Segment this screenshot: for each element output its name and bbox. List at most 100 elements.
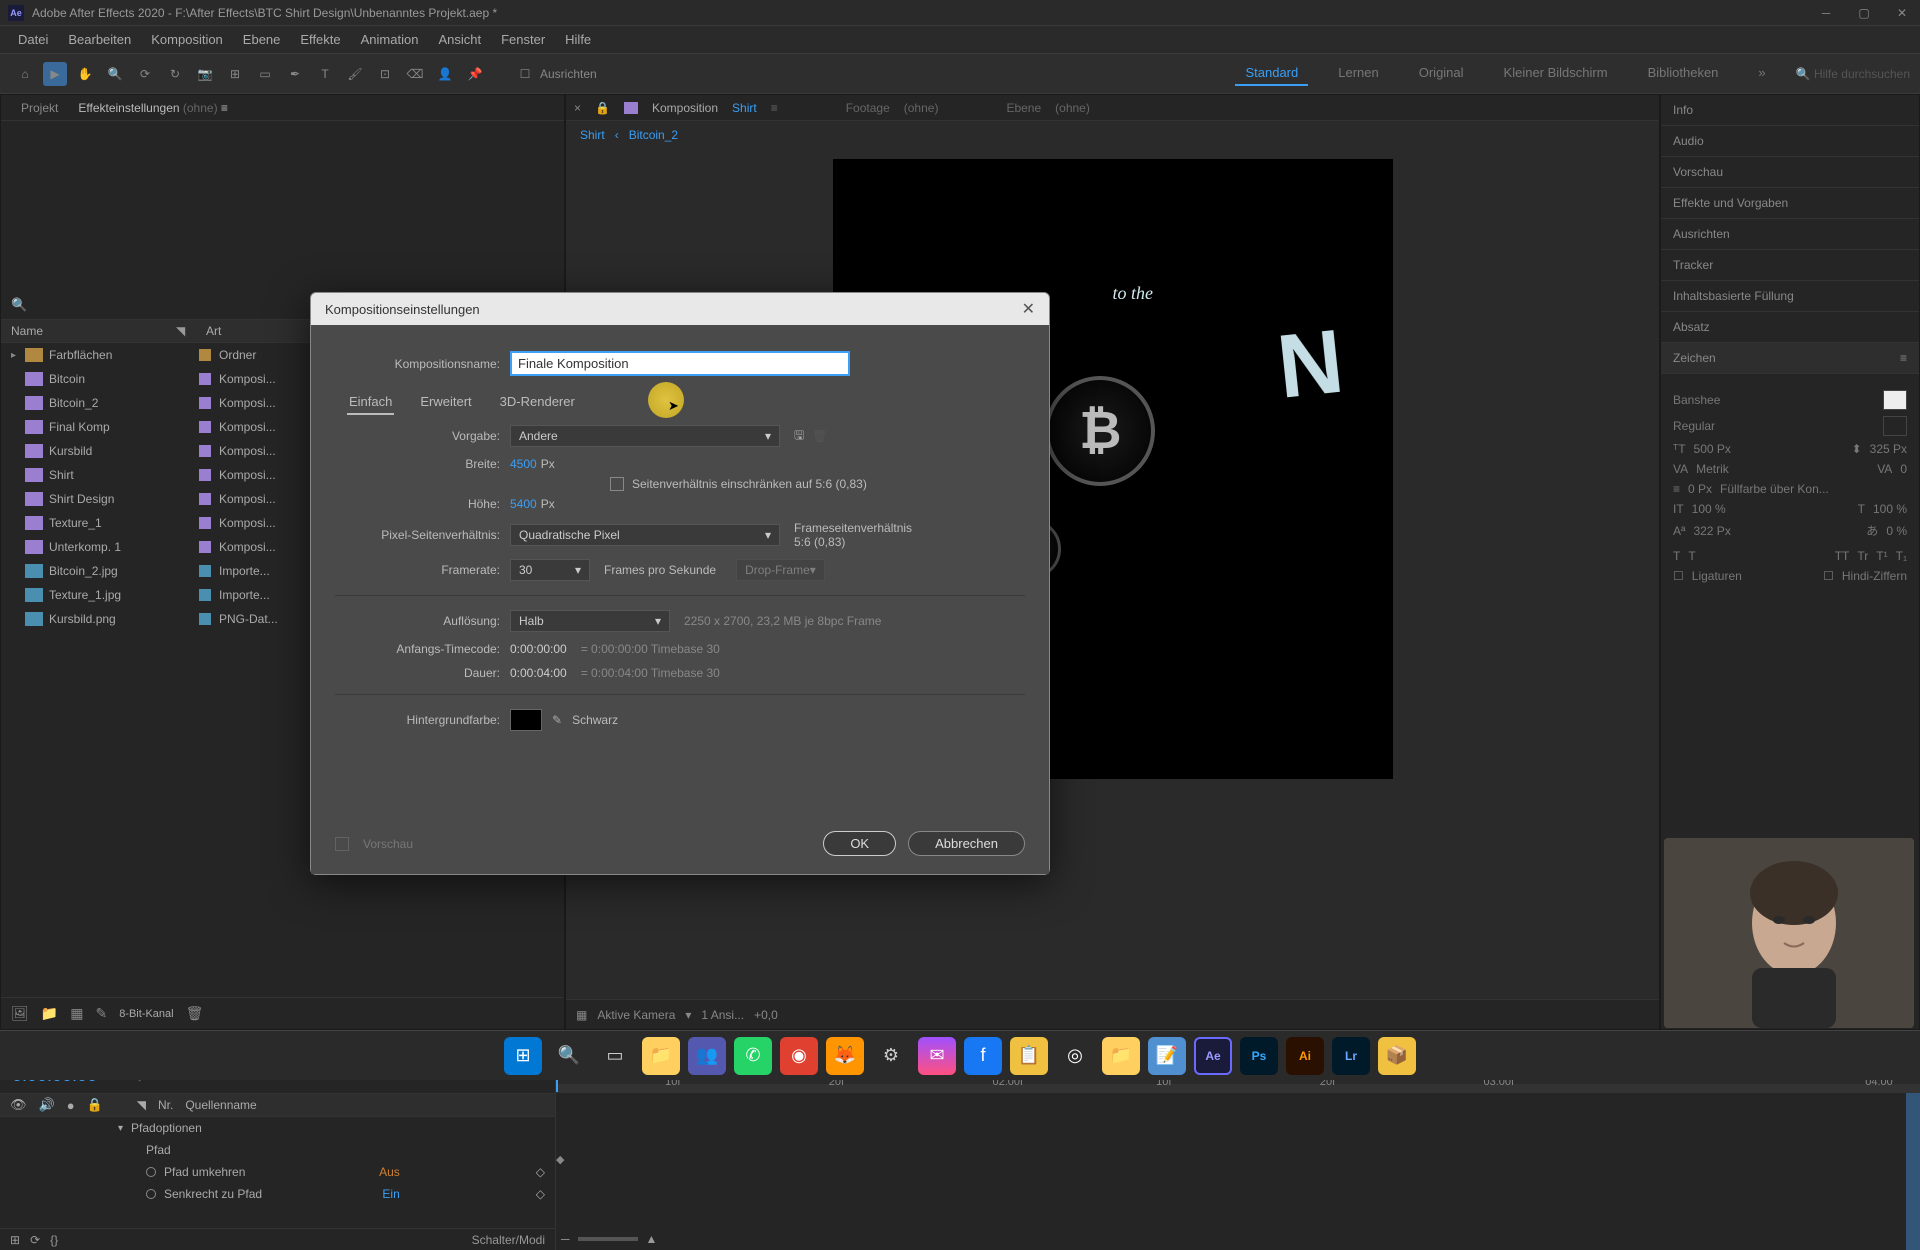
label-col-icon[interactable]: ◥ [137,1098,146,1112]
taskbar-search-icon[interactable]: 🔍 [550,1037,588,1075]
selection-tool[interactable]: ▶ [43,62,67,86]
explorer-icon[interactable]: 📁 [642,1037,680,1075]
bg-color-swatch[interactable] [510,709,542,731]
notepad-icon[interactable]: 📝 [1148,1037,1186,1075]
menu-komposition[interactable]: Komposition [141,28,233,51]
folder-icon[interactable]: 📁 [1102,1037,1140,1075]
layer-row[interactable]: Senkrecht zu PfadEin◇ [0,1183,555,1205]
maximize-button[interactable]: ▢ [1854,3,1874,23]
height-field[interactable]: 5400 [510,497,537,511]
tab-einfach[interactable]: Einfach [347,390,394,415]
vscale-field[interactable]: 100 % [1692,502,1726,516]
vorgabe-select[interactable]: Andere▾ [510,425,780,447]
toggle-icon[interactable]: {} [50,1233,58,1247]
menu-animation[interactable]: Animation [351,28,429,51]
menu-ebene[interactable]: Ebene [233,28,291,51]
tab-shirt[interactable]: Shirt [732,101,757,115]
whatsapp-icon[interactable]: ✆ [734,1037,772,1075]
font-select[interactable]: Banshee [1673,393,1875,407]
app-icon[interactable]: ⚙ [872,1037,910,1075]
orbit-tool[interactable]: ⟳ [133,62,157,86]
bit-depth[interactable]: 8-Bit-Kanal [119,1008,173,1020]
snap-checkbox[interactable]: ☐ [513,62,537,86]
hand-tool[interactable]: ✋ [73,62,97,86]
minimize-button[interactable]: ─ [1816,3,1836,23]
new-comp-icon[interactable]: ▦ [70,1005,83,1022]
trash-icon[interactable]: 🗑 [186,1005,204,1022]
brush-tool[interactable]: 🖌 [343,62,367,86]
workspace-more[interactable]: » [1748,61,1775,86]
panel-zeichen[interactable]: Zeichen≡ [1661,343,1919,374]
tab-komposition[interactable]: Komposition [652,101,718,115]
panel-tracker[interactable]: Tracker [1661,250,1919,281]
new-folder-icon[interactable]: 📁 [41,1005,58,1022]
width-field[interactable]: 4500 [510,457,537,471]
workspace-bibliotheken[interactable]: Bibliotheken [1638,61,1729,86]
tracking-field[interactable]: 0 [1900,462,1907,476]
panel-vorschau[interactable]: Vorschau [1661,157,1919,188]
settings-icon[interactable]: ✎ [95,1005,107,1022]
dialog-close-button[interactable]: ✕ [1022,299,1035,319]
home-icon[interactable]: ⌂ [13,62,37,86]
firefox-icon[interactable]: 🦊 [826,1037,864,1075]
search-placeholder[interactable]: Hilfe durchsuchen [1814,67,1910,81]
workspace-original[interactable]: Original [1409,61,1474,86]
rotate-tool[interactable]: ↻ [163,62,187,86]
delete-preset-icon[interactable]: 🗑 [812,429,827,443]
framerate-select[interactable]: 30▾ [510,559,590,581]
app-icon[interactable]: 📋 [1010,1037,1048,1075]
cancel-button[interactable]: Abbrechen [908,831,1025,856]
eyedropper-icon[interactable]: ✎ [552,713,562,727]
layer-row[interactable]: ▾Pfadoptionen [0,1117,555,1139]
close-tab-icon[interactable]: × [574,101,581,115]
save-preset-icon[interactable]: 🖫 [794,426,804,447]
panel-ausrichten[interactable]: Ausrichten [1661,219,1919,250]
lock-icon[interactable]: 🔒 [595,101,610,115]
messenger-icon[interactable]: ✉ [918,1037,956,1075]
menu-effekte[interactable]: Effekte [290,28,350,51]
panel-audio[interactable]: Audio [1661,126,1919,157]
app-icon[interactable]: ◉ [780,1037,818,1075]
tab-projekt[interactable]: Projekt [11,97,68,119]
photoshop-icon[interactable]: Ps [1240,1037,1278,1075]
start-button[interactable]: ⊞ [504,1037,542,1075]
workspace-standard[interactable]: Standard [1235,61,1308,86]
kerning-select[interactable]: Metrik [1696,462,1729,476]
duration-field[interactable]: 0:00:04:00 [510,666,567,680]
composition-name-input[interactable] [510,351,850,376]
obs-icon[interactable]: ◎ [1056,1037,1094,1075]
project-search-icon[interactable]: 🔍 [11,297,27,313]
tab-3d-renderer[interactable]: 3D-Renderer [498,390,577,415]
stroke-color-swatch[interactable] [1883,416,1907,436]
menu-datei[interactable]: Datei [8,28,58,51]
schalter-label[interactable]: Schalter/Modi [472,1233,545,1247]
keyframe-nav[interactable]: ◇ [536,1187,545,1201]
eraser-tool[interactable]: ⌫ [403,62,427,86]
stroke-field[interactable]: 0 Px [1688,482,1712,496]
col-label-header[interactable]: ◥ [176,324,206,338]
par-select[interactable]: Quadratische Pixel▾ [510,524,780,546]
close-window-button[interactable]: ✕ [1892,3,1912,23]
camera-tool[interactable]: 📷 [193,62,217,86]
ligaturen-checkbox[interactable]: ☐ [1673,569,1684,583]
timeline-tracks[interactable]: ◆ ─ ▲ [556,1093,1920,1250]
facebook-icon[interactable]: f [964,1037,1002,1075]
col-type-header[interactable]: Art [206,324,221,338]
zoom-tool[interactable]: 🔍 [103,62,127,86]
anchor-tool[interactable]: ⊞ [223,62,247,86]
work-area-end[interactable] [1906,1093,1920,1250]
interpret-icon[interactable]: 🖼 [11,1005,29,1022]
shape-tool[interactable]: ▭ [253,62,277,86]
camera-dropdown[interactable]: Aktive Kamera [597,1008,675,1022]
pen-tool[interactable]: ✒ [283,62,307,86]
puppet-tool[interactable]: 📌 [463,62,487,86]
resolution-select[interactable]: Halb▾ [510,610,670,632]
panel-absatz[interactable]: Absatz [1661,312,1919,343]
ok-button[interactable]: OK [823,831,896,856]
solo-icon[interactable]: ● [67,1098,75,1113]
leading-field[interactable]: 325 Px [1870,442,1907,456]
search-icon[interactable]: 🔍 [1796,67,1811,81]
panel-fuellung[interactable]: Inhaltsbasierte Füllung [1661,281,1919,312]
toggle-icon[interactable]: ⊞ [10,1233,20,1247]
toggle-icon[interactable]: ⟳ [30,1233,40,1247]
